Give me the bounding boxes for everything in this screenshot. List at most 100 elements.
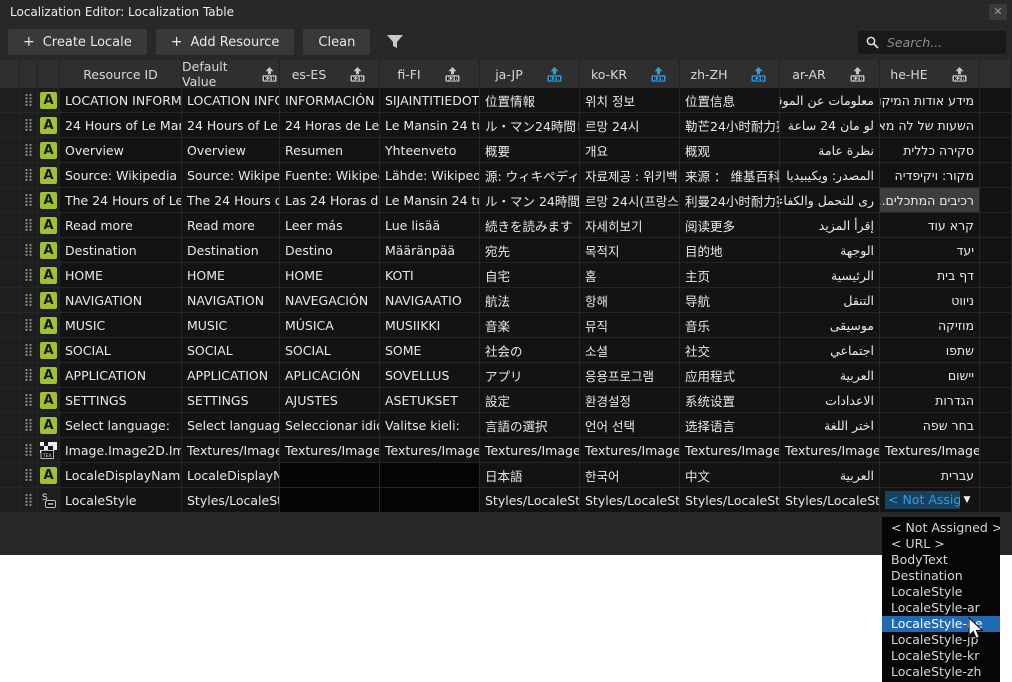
cell-ja-JP[interactable]: ル・マン24時間レース xyxy=(480,113,580,138)
cell-ar-AR[interactable]: العربية xyxy=(780,463,880,488)
cell-zh-ZH[interactable]: 利曼24小时耐力赛 xyxy=(680,188,780,213)
dropdown-item[interactable]: LocaleStyle-zh xyxy=(882,664,1000,680)
column-header-zh-ZH[interactable]: zh-ZH K2B xyxy=(680,60,780,88)
cell-he-HE[interactable]: עברית xyxy=(880,463,980,488)
cell-resource-id[interactable]: Source: Wikipedia xyxy=(60,163,182,188)
cell-resource-id[interactable]: SOCIAL xyxy=(60,338,182,363)
cell-fi-FI[interactable]: Yhteenveto xyxy=(380,138,480,163)
dropdown-item[interactable]: < URL > xyxy=(882,536,1000,552)
cell-fi-FI[interactable]: Määränpää xyxy=(380,238,480,263)
cell-ar-AR[interactable]: إقرأ المزيد xyxy=(780,213,880,238)
cell-es-ES[interactable]: Destino xyxy=(280,238,380,263)
cell-default-value[interactable]: Textures/Image01 xyxy=(182,438,280,463)
cell-ko-KR[interactable]: 자료제공 : 위키백 xyxy=(580,163,680,188)
cell-ar-AR[interactable]: Styles/LocaleStyle xyxy=(780,488,880,513)
k2b-export-icon[interactable]: K2B xyxy=(348,66,367,83)
cell-he-HE[interactable]: סקירה כללית xyxy=(880,138,980,163)
cell-he-HE[interactable]: יישום xyxy=(880,363,980,388)
cell-es-ES[interactable]: Seleccionar idiom xyxy=(280,413,380,438)
cell-default-value[interactable]: Source: Wikipedia xyxy=(182,163,280,188)
row-drag-handle[interactable] xyxy=(20,438,38,463)
k2b-export-icon[interactable]: K2B xyxy=(545,66,564,83)
cell-default-value[interactable]: The 24 Hours of L xyxy=(182,188,280,213)
column-header-he-HE[interactable]: he-HE K2B xyxy=(880,60,980,88)
cell-ar-AR[interactable]: الوجهة xyxy=(780,238,880,263)
cell-resource-id[interactable]: HOME xyxy=(60,263,182,288)
cell-fi-FI[interactable]: SIJAINTITIEDOT xyxy=(380,88,480,113)
cell-he-HE[interactable]: מקור: ויקיפדיה xyxy=(880,163,980,188)
filter-icon[interactable] xyxy=(385,33,405,51)
cell-default-value[interactable]: NAVIGATION xyxy=(182,288,280,313)
cell-he-HE[interactable]: בחר שפה xyxy=(880,413,980,438)
add-resource-button[interactable]: + Add Resource xyxy=(156,29,295,55)
row-drag-handle[interactable] xyxy=(20,113,38,138)
cell-ja-JP[interactable]: 航法 xyxy=(480,288,580,313)
dropdown-item[interactable]: LocaleStyle-he xyxy=(882,616,1000,632)
cell-ar-AR[interactable]: المصدر: ويكيبيديا xyxy=(780,163,880,188)
cell-ar-AR[interactable]: موسيقى xyxy=(780,313,880,338)
cell-es-ES[interactable]: NAVEGACIÓN xyxy=(280,288,380,313)
cell-zh-ZH[interactable]: 应用程式 xyxy=(680,363,780,388)
cell-ko-KR[interactable]: 언어 선택 xyxy=(580,413,680,438)
cell-resource-id[interactable]: SETTINGS xyxy=(60,388,182,413)
dropdown-item[interactable]: LocaleStyle-ar xyxy=(882,600,1000,616)
cell-fi-FI[interactable]: Le Mansin 24 tun xyxy=(380,113,480,138)
row-drag-handle[interactable] xyxy=(20,88,38,113)
cell-he-HE[interactable]: מוזיקה xyxy=(880,313,980,338)
cell-he-HE[interactable]: שתפו xyxy=(880,338,980,363)
cell-es-ES[interactable]: INFORMACIÓN D xyxy=(280,88,380,113)
cell-ko-KR[interactable]: 개요 xyxy=(580,138,680,163)
k2b-export-icon[interactable]: K2B xyxy=(749,66,768,83)
cell-zh-ZH[interactable]: 阅读更多 xyxy=(680,213,780,238)
cell-zh-ZH[interactable]: 主页 xyxy=(680,263,780,288)
cell-default-value[interactable]: Read more xyxy=(182,213,280,238)
cell-es-ES[interactable]: SOCIAL xyxy=(280,338,380,363)
cell-ko-KR[interactable]: 위치 정보 xyxy=(580,88,680,113)
chevron-down-icon[interactable]: ▼ xyxy=(960,495,974,505)
cell-resource-id[interactable]: MUSIC xyxy=(60,313,182,338)
cell-zh-ZH[interactable]: 位置信息 xyxy=(680,88,780,113)
cell-default-value[interactable]: Select language: xyxy=(182,413,280,438)
cell-he-HE[interactable]: דף בית xyxy=(880,263,980,288)
cell-ko-KR[interactable]: 환경설정 xyxy=(580,388,680,413)
column-header-fi-FI[interactable]: fi-FI K2B xyxy=(380,60,480,88)
cell-resource-id[interactable]: Select language: xyxy=(60,413,182,438)
cell-fi-FI[interactable]: NAVIGAATIO xyxy=(380,288,480,313)
cell-resource-id[interactable]: Read more xyxy=(60,213,182,238)
cell-default-value[interactable]: MUSIC xyxy=(182,313,280,338)
cell-default-value[interactable]: Overview xyxy=(182,138,280,163)
cell-he-HE[interactable]: מידע אודות המיקום xyxy=(880,88,980,113)
row-drag-handle[interactable] xyxy=(20,188,38,213)
cell-he-HE[interactable]: Textures/Image08 xyxy=(880,438,980,463)
cell-resource-id[interactable]: 24 Hours of Le Mans xyxy=(60,113,182,138)
cell-ja-JP[interactable]: Textures/Image04 xyxy=(480,438,580,463)
cell-resource-id[interactable]: APPLICATION xyxy=(60,363,182,388)
cell-ko-KR[interactable]: 소셜 xyxy=(580,338,680,363)
cell-fi-FI[interactable]: SOVELLUS xyxy=(380,363,480,388)
cell-es-ES[interactable]: APLICACIÓN xyxy=(280,363,380,388)
cell-es-ES[interactable]: Textures/Image02 xyxy=(280,438,380,463)
cell-resource-id[interactable]: LocaleStyle xyxy=(60,488,182,513)
cell-ko-KR[interactable]: 목적지 xyxy=(580,238,680,263)
k2b-export-icon[interactable]: K2B xyxy=(443,66,462,83)
cell-fi-FI[interactable] xyxy=(380,488,480,513)
cell-ko-KR[interactable]: 르망 24시 xyxy=(580,113,680,138)
cell-zh-ZH[interactable]: 音乐 xyxy=(680,313,780,338)
cell-resource-id[interactable]: LOCATION INFORMAT xyxy=(60,88,182,113)
close-icon[interactable]: ✕ xyxy=(989,4,1007,20)
cell-fi-FI[interactable]: Le Mansin 24 tun xyxy=(380,188,480,213)
cell-zh-ZH[interactable]: Styles/LocaleStyle xyxy=(680,488,780,513)
cell-es-ES[interactable]: MÚSICA xyxy=(280,313,380,338)
cell-ja-JP[interactable]: 自宅 xyxy=(480,263,580,288)
cell-es-ES[interactable]: Resumen xyxy=(280,138,380,163)
cell-es-ES[interactable]: Las 24 Horas de L xyxy=(280,188,380,213)
row-drag-handle[interactable] xyxy=(20,163,38,188)
row-drag-handle[interactable] xyxy=(20,463,38,488)
cell-ar-AR[interactable]: معلومات عن الموقع xyxy=(780,88,880,113)
cell-fi-FI[interactable]: ASETUKSET xyxy=(380,388,480,413)
column-header-ar-AR[interactable]: ar-AR K2B xyxy=(780,60,880,88)
cell-ar-AR[interactable]: اختر اللغة xyxy=(780,413,880,438)
row-drag-handle[interactable] xyxy=(20,313,38,338)
cell-ko-KR[interactable]: 뮤직 xyxy=(580,313,680,338)
cell-fi-FI[interactable]: Valitse kieli: xyxy=(380,413,480,438)
